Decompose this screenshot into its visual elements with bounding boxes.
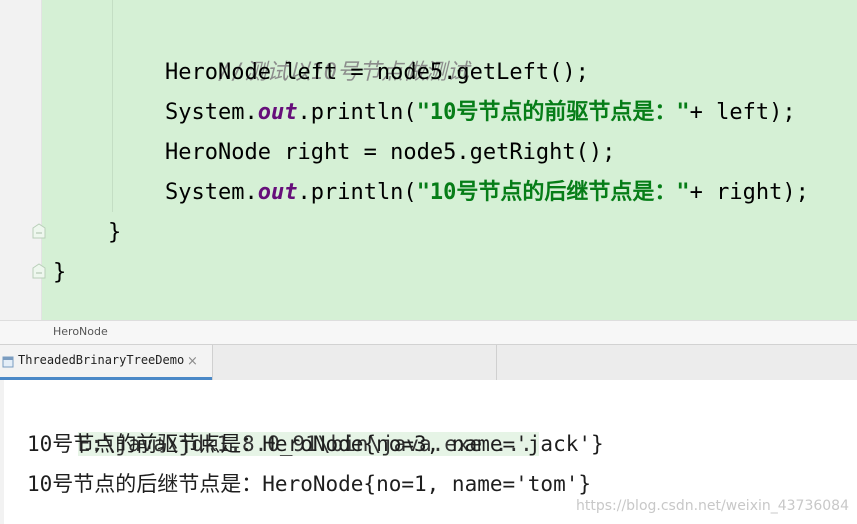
tab-divider (212, 345, 213, 380)
code-line-print-right: System.out.println("10号节点的后继节点是："+ right… (165, 173, 809, 213)
code-field-token: out (257, 180, 298, 205)
code-string-token: "10号节点的前驱节点是：" (416, 100, 690, 125)
console-output-line: 10号节点的后继节点是：HeroNode{no=1, name='tom'} (27, 472, 592, 496)
run-tab-bar: ThreadedBrinaryTreeDemo × (0, 344, 857, 381)
console-output-line: 10号节点的前驱节点是：HeroNode{no=3, name='jack'} (27, 432, 604, 456)
code-line-print-left: System.out.println("10号节点的前驱节点是："+ left)… (165, 93, 796, 133)
code-line-close-class: } (53, 260, 67, 285)
code-token: + right); (689, 180, 809, 205)
fold-marker-icon[interactable] (32, 263, 46, 279)
console-output[interactable]: E:\java\jdk1.8.0_91\bin\java.exe ... 10号… (0, 380, 857, 524)
code-editor[interactable]: //测试以10号节点做测试 HeroNode left = node5.getL… (0, 0, 857, 320)
code-line-get-right: HeroNode right = node5.getRight(); (165, 140, 616, 165)
code-line-close-method: } (108, 220, 122, 245)
run-config-icon (2, 356, 14, 368)
tab-label: ThreadedBrinaryTreeDemo (18, 353, 185, 367)
code-line-comment: //测试以10号节点做测试 (165, 13, 469, 85)
code-field-token: out (257, 100, 298, 125)
tab-run-config[interactable]: ThreadedBrinaryTreeDemo × (0, 345, 212, 380)
breadcrumb[interactable]: HeroNode (53, 325, 108, 338)
tab-divider (496, 345, 497, 380)
code-line-get-left: HeroNode left = node5.getLeft(); (165, 60, 589, 85)
code-token: + left); (689, 100, 796, 125)
code-token: .println( (297, 180, 417, 205)
breadcrumb-bar: HeroNode (0, 320, 857, 345)
console-gutter (0, 380, 4, 524)
indent-guide (112, 0, 113, 212)
code-string-token: "10号节点的后继节点是：" (416, 180, 690, 205)
code-token: System. (165, 100, 258, 125)
code-token: .println( (297, 100, 417, 125)
fold-marker-icon[interactable] (32, 223, 46, 239)
code-token: System. (165, 180, 258, 205)
watermark: https://blog.csdn.net/weixin_43736084 (575, 498, 849, 514)
close-icon[interactable]: × (187, 354, 198, 369)
console-command-line: E:\java\jdk1.8.0_91\bin\java.exe ... (27, 384, 539, 456)
